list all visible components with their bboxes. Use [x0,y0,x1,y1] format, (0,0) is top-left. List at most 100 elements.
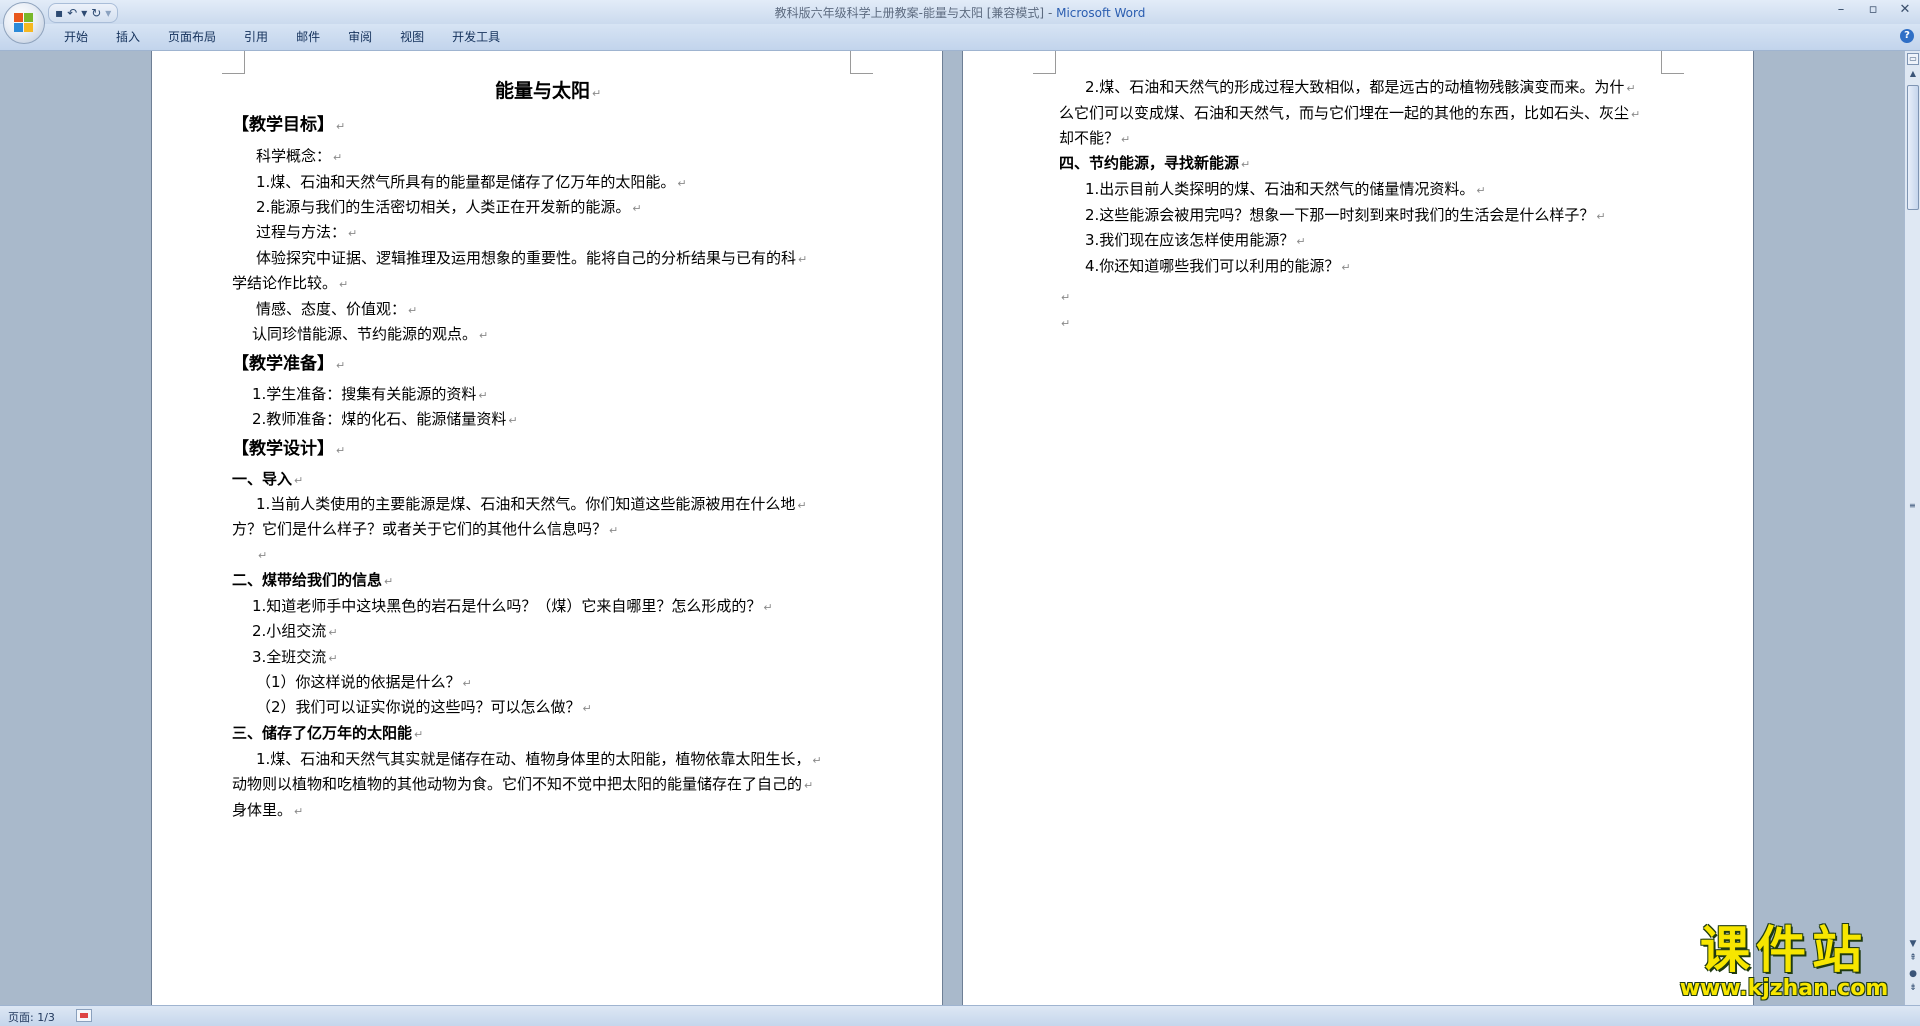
margin-corner-mark [1033,51,1056,74]
view-ruler-button[interactable]: ▭ [1907,53,1919,65]
section-heading[interactable]: 【教学设计】 ↵ [232,439,345,461]
watermark-logo: 课件站 www.kjzhan.com [1668,920,1900,1004]
paragraph[interactable]: 却不能？ ↵ [1059,128,1130,150]
paragraph-mark-icon: ↵ [609,524,619,537]
paragraph[interactable]: 情感、态度、价值观： ↵ [256,299,417,321]
paragraph[interactable]: 动物则以植物和吃植物的其他动物为食。它们不知不觉中把太阳的能量储存在了自己的 ↵ [232,774,813,796]
document-title: 教科版六年级科学上册教案-能量与太阳 [兼容模式] [774,6,1045,20]
section-heading[interactable]: 一、导入 ↵ [232,469,303,491]
paragraph-mark-icon: ↵ [677,177,687,190]
scroll-thumb[interactable] [1907,85,1919,210]
title-separator: - [1044,6,1057,20]
paragraph[interactable]: 1.知道老师手中这块黑色的岩石是什么吗？（煤）它来自哪里？怎么形成的？ ↵ [252,596,773,618]
paragraph-text: 3.我们现在应该怎样使用能源？ [1085,231,1295,249]
paragraph-mark-icon: ↵ [339,278,349,291]
paragraph[interactable]: 1.出示目前人类探明的煤、石油和天然气的储量情况资料。 ↵ [1085,179,1486,201]
office-button[interactable] [3,2,45,44]
paragraph[interactable]: 科学概念： ↵ [256,146,342,168]
paragraph-text: 2.小组交流 [252,622,327,640]
tab-mailings[interactable]: 邮件 [282,24,334,50]
paragraph[interactable]: 2.这些能源会被用完吗？想象一下那一时刻到来时我们的生活会是什么样子？ ↵ [1085,205,1606,227]
paragraph-mark-icon: ↵ [462,677,472,690]
paragraph-text: （1）你这样说的依据是什么？ [256,673,461,691]
scroll-down-icon[interactable]: ▼ [1907,939,1919,949]
scroll-up-icon[interactable]: ▲ [1907,69,1919,83]
paragraph[interactable]: 身体里。 ↵ [232,800,303,822]
document-title-paragraph[interactable]: 能量与太阳 ↵ [495,81,601,104]
help-icon[interactable]: ? [1900,29,1914,43]
page-indicator[interactable]: 页面: 1/3 [8,1009,55,1025]
paragraph[interactable]: （1）你这样说的依据是什么？ ↵ [256,672,472,694]
paragraph[interactable]: 1.当前人类使用的主要能源是煤、石油和天然气。你们知道这些能源被用在什么地 ↵ [256,494,807,516]
proofing-icon[interactable] [76,1009,92,1022]
tab-view[interactable]: 视图 [386,24,438,50]
paragraph-text: 么它们可以变成煤、石油和天然气，而与它们埋在一起的其他的东西，比如石头、灰尘 [1059,104,1630,122]
office-logo-icon [14,13,34,33]
paragraph-text: 2.教师准备：煤的化石、能源储量资料 [252,410,507,428]
title-bar: ▪ ↶ ▾ ↻ ▾ 教科版六年级科学上册教案-能量与太阳 [兼容模式] - Mi… [0,0,1920,24]
tab-insert[interactable]: 插入 [102,24,154,50]
paragraph-mark-icon: ↵ [258,549,268,562]
document-page-2[interactable]: 2.煤、石油和天然气的形成过程大致相似，都是远古的动植物残骸演变而来。为什 ↵ 么它… [963,51,1753,1005]
paragraph-mark-icon: ↵ [328,652,338,665]
previous-page-icon[interactable]: ⇞ [1907,953,1919,963]
paragraph[interactable]: 2.能源与我们的生活密切相关，人类正在开发新的能源。 ↵ [256,197,642,219]
empty-paragraph[interactable]: ↵ [1059,286,1070,308]
paragraph[interactable]: 过程与方法： ↵ [256,222,357,244]
tab-home[interactable]: 开始 [50,24,102,50]
tab-review[interactable]: 审阅 [334,24,386,50]
paragraph-text: 四、节约能源，寻找新能源 [1059,154,1240,172]
paragraph-text: 1.学生准备：搜集有关能源的资料 [252,385,477,403]
paragraph[interactable]: 么它们可以变成煤、石油和天然气，而与它们埋在一起的其他的东西，比如石头、灰尘 ↵ [1059,103,1640,125]
margin-corner-mark [222,51,245,74]
tab-references[interactable]: 引用 [230,24,282,50]
paragraph[interactable]: 1.煤、石油和天然气其实就是储存在动、植物身体里的太阳能，植物依靠太阳生长， ↵ [256,749,822,771]
paragraph[interactable]: 2.煤、石油和天然气的形成过程大致相似，都是远古的动植物残骸演变而来。为什 ↵ [1085,77,1636,99]
paragraph-text: 却不能？ [1059,129,1120,147]
section-heading[interactable]: 四、节约能源，寻找新能源 ↵ [1059,153,1250,175]
paragraph[interactable]: 3.全班交流 ↵ [252,647,338,669]
paragraph[interactable]: 4.你还知道哪些我们可以利用的能源？ ↵ [1085,256,1351,278]
paragraph-mark-icon: ↵ [348,227,358,240]
select-browse-object-icon[interactable]: ● [1907,969,1919,979]
section-heading[interactable]: 【教学目标】 ↵ [232,115,345,137]
paragraph-mark-icon: ↵ [798,253,808,266]
tab-developer[interactable]: 开发工具 [438,24,514,50]
section-heading[interactable]: 【教学准备】 ↵ [232,354,345,376]
margin-corner-mark [850,51,873,74]
window-title: 教科版六年级科学上册教案-能量与太阳 [兼容模式] - Microsoft Wo… [0,4,1920,21]
empty-paragraph[interactable]: ↵ [1059,312,1070,334]
section-heading[interactable]: 二、煤带给我们的信息 ↵ [232,570,393,592]
paragraph[interactable]: 3.我们现在应该怎样使用能源？ ↵ [1085,230,1306,252]
paragraph[interactable]: 方？它们是什么样子？或者关于它们的其他什么信息吗？ ↵ [232,519,618,541]
paragraph[interactable]: 1.学生准备：搜集有关能源的资料 ↵ [252,384,488,406]
minimize-button[interactable]: – [1832,2,1850,17]
empty-paragraph[interactable]: ↵ [256,544,267,566]
paragraph-text: 【教学目标】 [232,115,334,135]
paragraph[interactable]: 认同珍惜能源、节约能源的观点。 ↵ [252,324,488,346]
paragraph[interactable]: 体验探究中证据、逻辑推理及运用想象的重要性。能将自己的分析结果与已有的科 ↵ [256,248,807,270]
vertical-scrollbar[interactable]: ▭ ▲ ≡ ▼ ⇞ ● ⇟ [1904,51,1920,1005]
next-page-icon[interactable]: ⇟ [1907,983,1919,993]
paragraph[interactable]: 学结论作比较。 ↵ [232,273,348,295]
section-heading[interactable]: 三、储存了亿万年的太阳能 ↵ [232,723,423,745]
paragraph-text: 过程与方法： [256,223,347,241]
split-grip-icon[interactable]: ≡ [1909,501,1917,510]
close-button[interactable]: ✕ [1896,2,1914,17]
tab-page-layout[interactable]: 页面布局 [154,24,230,50]
paragraph-text: 【教学准备】 [232,354,334,374]
paragraph[interactable]: 1.煤、石油和天然气所具有的能量都是储存了亿万年的太阳能。 ↵ [256,172,687,194]
paragraph-text: 动物则以植物和吃植物的其他动物为食。它们不知不觉中把太阳的能量储存在了自己的 [232,775,803,793]
paragraph-mark-icon: ↵ [1476,184,1486,197]
paragraph-text: 二、煤带给我们的信息 [232,571,383,589]
paragraph[interactable]: 2.小组交流 ↵ [252,621,338,643]
paragraph-text: 科学概念： [256,147,332,165]
paragraph[interactable]: （2）我们可以证实你说的这些吗？可以怎么做？ ↵ [256,697,592,719]
paragraph-text: 认同珍惜能源、节约能源的观点。 [252,325,478,343]
document-page-1[interactable]: 能量与太阳 ↵ 【教学目标】 ↵ 科学概念： ↵ 1.煤、石油和天然气所具有的能量都是储存了… [152,51,942,1005]
maximize-button[interactable]: ▫ [1864,2,1882,17]
paragraph-text: 4.你还知道哪些我们可以利用的能源？ [1085,257,1340,275]
paragraph-text: 身体里。 [232,801,293,819]
paragraph-mark-icon: ↵ [479,329,489,342]
paragraph[interactable]: 2.教师准备：煤的化石、能源储量资料 ↵ [252,409,518,431]
